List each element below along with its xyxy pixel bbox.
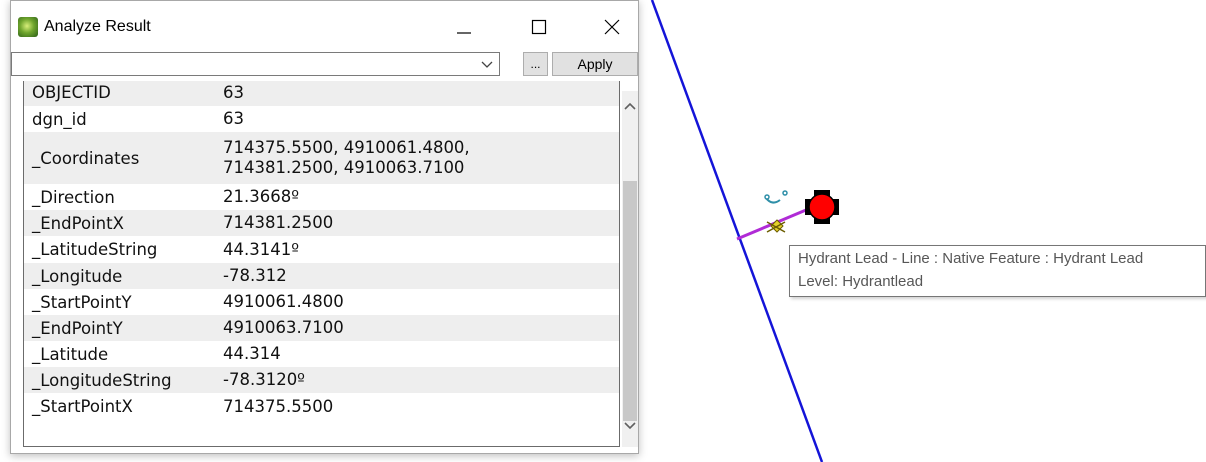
property-value: -78.3120º [223, 370, 305, 389]
window-title: Analyze Result [44, 18, 151, 35]
property-row[interactable]: _LatitudeString 44.3141º [24, 236, 619, 263]
property-row[interactable]: _StartPointY 4910061.4800 [24, 289, 619, 315]
tooltip-feature-line: Hydrant Lead - Line : Native Feature : H… [798, 250, 1144, 267]
maximize-icon [531, 19, 547, 35]
property-name: _Latitude [32, 344, 109, 364]
property-name: _StartPointX [32, 397, 133, 416]
analyze-result-dialog: Analyze Result ... Apply OBJECTID 63 dgn_i… [10, 0, 639, 454]
scroll-down-icon[interactable] [622, 419, 638, 433]
property-value: 63 [223, 82, 244, 102]
property-name: _StartPointY [32, 292, 132, 312]
property-name: _Longitude [32, 266, 123, 286]
scrollbar-thumb[interactable] [623, 181, 637, 421]
property-row[interactable]: _Longitude -78.312 [24, 263, 619, 289]
apply-button[interactable]: Apply [552, 52, 638, 76]
property-row[interactable]: _LongitudeString -78.3120º [24, 367, 619, 393]
chevron-down-icon [481, 61, 493, 68]
property-name: _LongitudeString [32, 370, 172, 390]
properties-grid[interactable]: OBJECTID 63 dgn_id 63 _Coordinates 714375.550… [23, 81, 620, 447]
property-row[interactable]: _StartPointX 714375.5500 [24, 393, 619, 420]
property-value: 714375.5500, 4910061.4800, 714381.2500, … [223, 138, 470, 177]
vertical-scrollbar[interactable] [622, 91, 638, 447]
maximize-button[interactable] [516, 9, 562, 45]
property-name: _EndPointY [32, 318, 123, 338]
feature-tooltip: Hydrant Lead - Line : Native Feature : H… [789, 245, 1206, 297]
property-value: -78.312 [223, 266, 287, 285]
property-value: 714381.2500 [223, 213, 334, 232]
browse-button[interactable]: ... [523, 52, 548, 76]
property-row[interactable]: dgn_id 63 [24, 106, 619, 132]
feature-select-dropdown[interactable] [11, 52, 500, 76]
water-main-line[interactable] [650, 0, 824, 462]
minimize-icon [457, 32, 471, 34]
property-row[interactable]: _Latitude 44.314 [24, 341, 619, 367]
property-name: _Coordinates [32, 148, 140, 168]
minimize-button[interactable] [441, 9, 487, 45]
property-name: _EndPointX [32, 213, 124, 233]
property-row[interactable]: _EndPointY 4910063.7100 [24, 315, 619, 341]
property-value: 4910063.7100 [223, 318, 344, 337]
property-name: OBJECTID [32, 83, 111, 102]
property-row[interactable]: _EndPointX 714381.2500 [24, 210, 619, 236]
close-icon [604, 19, 620, 35]
property-row[interactable]: _Direction 21.3668º [24, 184, 619, 210]
property-value: 714375.5500 [223, 396, 334, 416]
property-value: 63 [223, 109, 244, 128]
property-name: _Direction [32, 187, 115, 207]
title-bar[interactable]: Analyze Result [11, 1, 638, 49]
property-row[interactable]: _Coordinates 714375.5500, 4910061.4800, 7… [24, 132, 619, 184]
property-name: dgn_id [32, 109, 87, 129]
scroll-up-icon[interactable] [622, 99, 638, 113]
property-value: 44.314 [223, 344, 281, 363]
tooltip-level-line: Level: Hydrantlead [798, 273, 924, 290]
app-globe-icon [18, 17, 38, 37]
property-name: _LatitudeString [32, 240, 158, 259]
property-value: 21.3668º [223, 187, 300, 206]
hydrant-symbol[interactable] [805, 190, 839, 224]
property-row[interactable]: OBJECTID 63 [24, 81, 619, 106]
property-value: 44.3141º [223, 239, 300, 259]
close-button[interactable] [589, 9, 635, 45]
property-value: 4910061.4800 [223, 292, 344, 311]
